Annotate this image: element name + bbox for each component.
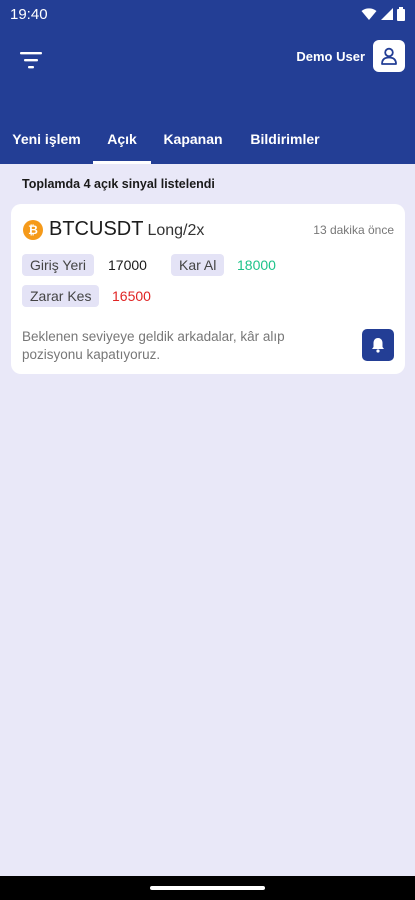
take-profit-label: Kar Al	[171, 254, 225, 276]
bitcoin-icon: ₿	[23, 220, 43, 240]
tab-closed[interactable]: Kapanan	[151, 114, 235, 164]
home-indicator[interactable]	[150, 886, 265, 890]
entry-value: 17000	[108, 257, 147, 273]
pair-name: BTCUSDT	[49, 218, 144, 240]
stop-loss-label: Zarar Kes	[22, 285, 100, 307]
bell-icon	[372, 338, 384, 353]
signal-card[interactable]: ₿ BTCUSDT Long/2x 13 dakika önce Giriş Ye…	[11, 204, 405, 374]
tab-notifications[interactable]: Bildirimler	[235, 114, 335, 164]
notify-button[interactable]	[362, 329, 394, 361]
user-icon	[381, 47, 397, 65]
app-bar: Demo User Yeni işlem Açık Kapanan Bildir…	[0, 28, 415, 164]
stop-loss-value: 16500	[112, 288, 151, 304]
signal-icon	[381, 8, 393, 20]
battery-icon	[397, 7, 405, 21]
signal-note: Beklenen seviyeye geldik arkadalar, kâr …	[22, 329, 285, 362]
take-profit-value: 18000	[237, 257, 276, 273]
status-bar: 19:40	[0, 0, 415, 28]
open-signals-summary: Toplamda 4 açık sinyal listelendi	[22, 177, 215, 191]
signal-title: BTCUSDT Long/2x	[49, 218, 204, 241]
entry-label: Giriş Yeri	[22, 254, 95, 276]
tab-new-trade[interactable]: Yeni işlem	[0, 114, 93, 164]
system-nav-bar	[0, 876, 415, 900]
tab-open[interactable]: Açık	[93, 114, 151, 164]
signal-time-ago: 13 dakika önce	[313, 223, 394, 237]
wifi-icon	[361, 7, 377, 20]
status-time: 19:40	[10, 5, 48, 23]
position-type: Long/2x	[147, 222, 205, 239]
user-section[interactable]: Demo User	[296, 40, 405, 72]
filter-menu-button[interactable]	[18, 48, 46, 72]
status-icons	[361, 7, 405, 21]
tab-bar: Yeni işlem Açık Kapanan Bildirimler	[0, 114, 415, 164]
filter-icon	[20, 52, 42, 69]
avatar[interactable]	[373, 40, 405, 72]
user-name: Demo User	[296, 48, 365, 64]
